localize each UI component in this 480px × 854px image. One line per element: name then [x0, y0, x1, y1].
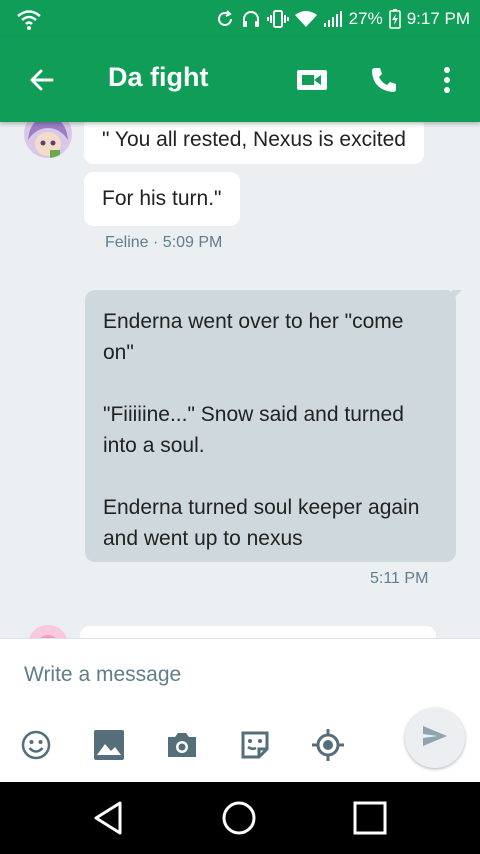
message-text: Enderna turned soul keeper again and wen… [103, 496, 420, 550]
location-icon[interactable] [310, 727, 346, 763]
nav-recents-icon[interactable] [352, 800, 388, 836]
image-icon[interactable] [91, 727, 127, 763]
back-arrow-icon[interactable] [26, 64, 58, 96]
avatar[interactable] [24, 122, 72, 158]
message-bubble[interactable] [80, 626, 436, 638]
video-call-icon[interactable] [294, 62, 330, 98]
sync-icon [215, 9, 235, 29]
emoji-icon[interactable] [18, 727, 54, 763]
battery-icon [388, 9, 401, 29]
battery-percent: 27% [348, 9, 383, 28]
nav-home-icon[interactable] [221, 800, 257, 836]
message-text: Enderna went over to her "come on" [103, 310, 404, 364]
send-button[interactable] [405, 708, 465, 768]
status-bar: 27% 9:17 PM [0, 0, 480, 38]
more-vert-icon[interactable] [429, 62, 465, 98]
vibrate-icon [266, 9, 289, 29]
sticker-icon[interactable] [237, 727, 273, 763]
bubble-tail [452, 290, 462, 300]
nav-back-icon[interactable] [90, 800, 126, 836]
headset-icon [241, 9, 261, 29]
clock: 9:17 PM [406, 9, 470, 28]
message-list[interactable]: " You all rested, Nexus is excited For h… [0, 122, 480, 638]
app-bar: Da fight [0, 38, 480, 122]
composer: Write a message [0, 638, 480, 782]
message-text: "Fiiiiine..." Snow said and turned into … [103, 403, 404, 457]
phone-icon[interactable] [366, 62, 402, 98]
message-bubble[interactable]: For his turn." [84, 172, 240, 226]
send-icon [422, 725, 448, 752]
wifi-calling-icon [16, 7, 42, 31]
camera-icon[interactable] [164, 727, 200, 763]
avatar[interactable] [28, 625, 68, 638]
message-text: For his turn." [102, 187, 222, 210]
message-input[interactable]: Write a message [24, 663, 384, 695]
conversation-title: Da fight [108, 62, 209, 92]
message-text: " You all rested, Nexus is excited [102, 128, 406, 151]
signal-icon [323, 10, 343, 28]
message-timestamp: 5:11 PM [370, 570, 429, 587]
system-nav-bar [0, 782, 480, 854]
message-bubble[interactable]: " You all rested, Nexus is excited [84, 122, 424, 164]
message-meta: Feline · 5:09 PM [105, 234, 223, 251]
message-bubble-outgoing[interactable]: Enderna went over to her "come on" "Fiii… [85, 290, 462, 562]
wifi-icon [294, 10, 317, 28]
